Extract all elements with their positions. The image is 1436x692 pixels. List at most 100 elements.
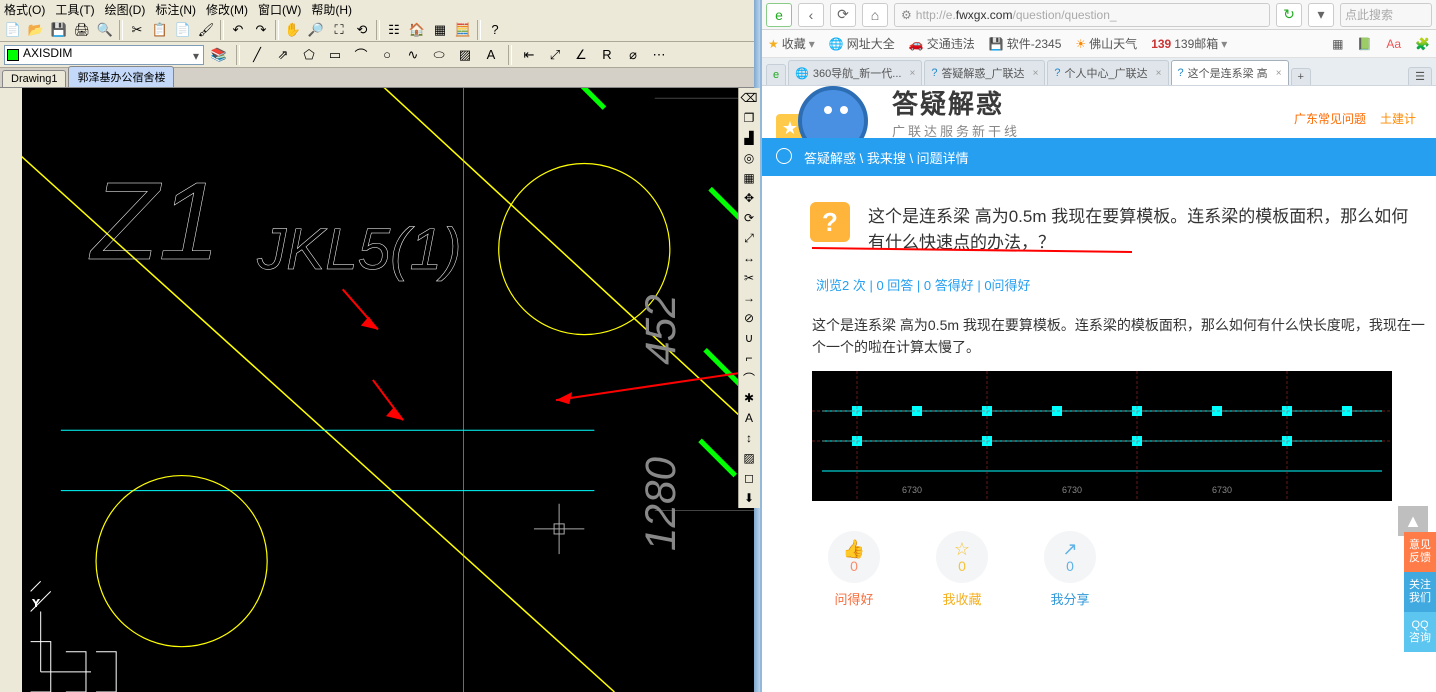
redo-icon[interactable]: ↷ (250, 19, 272, 41)
polygon-icon[interactable]: ⬠ (298, 44, 320, 66)
polyline-icon[interactable]: ⇗ (272, 44, 294, 66)
open-icon[interactable]: 📂 (25, 19, 47, 41)
stretch-icon[interactable]: ↔ (739, 248, 759, 268)
doc-tab[interactable]: Drawing1 (2, 70, 66, 87)
join-icon[interactable]: ∪ (739, 328, 759, 348)
copy-icon[interactable]: 📋 (149, 19, 171, 41)
zoom-win-icon[interactable]: ⛶ (328, 19, 350, 41)
hatch-edit-icon[interactable]: ▨ (739, 448, 759, 468)
bookmark-item[interactable]: 💾软件-2345 (989, 35, 1062, 52)
move-icon[interactable]: ✥ (739, 188, 759, 208)
ext-icon[interactable]: 🧩 (1415, 37, 1430, 51)
tool-palette-icon[interactable]: ▦ (429, 19, 451, 41)
text-icon[interactable]: A (480, 44, 502, 66)
bookmark-fav[interactable]: ★收藏▾ (768, 35, 815, 52)
close-icon[interactable]: × (1156, 68, 1162, 79)
browser-tab[interactable]: ?这个是连系梁 高× (1171, 60, 1289, 85)
reload-icon[interactable]: ⟳ (830, 3, 856, 27)
dim-edit-icon[interactable]: ↕ (739, 428, 759, 448)
preview-icon[interactable]: 🔍 (94, 19, 116, 41)
close-icon[interactable]: × (909, 68, 915, 79)
copy-obj-icon[interactable]: ❐ (739, 108, 759, 128)
explode-icon[interactable]: ✱ (739, 388, 759, 408)
menu-item[interactable]: 修改(M) (206, 1, 248, 18)
save-icon[interactable]: 💾 (48, 19, 70, 41)
circle-icon[interactable]: ○ (376, 44, 398, 66)
dim-radius-icon[interactable]: R (596, 44, 618, 66)
follow-button[interactable]: 关注我们 (1404, 572, 1436, 612)
dim-angular-icon[interactable]: ∠ (570, 44, 592, 66)
sync-icon[interactable]: ↻ (1276, 3, 1302, 27)
bookmark-item[interactable]: 🌐网址大全 (829, 35, 895, 52)
new-icon[interactable]: 📄 (2, 19, 24, 41)
action-share[interactable]: ↗0 我分享 (1044, 531, 1096, 608)
rect-icon[interactable]: ▭ (324, 44, 346, 66)
browser-tab[interactable]: ?答疑解惑_广联达× (924, 60, 1045, 85)
insert-icon[interactable]: ⬇ (739, 488, 759, 508)
address-bar[interactable]: ⚙ http://e.fwxgx.com/question/question_ (894, 3, 1270, 27)
menu-item[interactable]: 窗口(W) (258, 1, 301, 18)
dropdown-icon[interactable]: ▾ (1308, 3, 1334, 27)
menu-item[interactable]: 绘图(D) (105, 1, 146, 18)
paste-icon[interactable]: 📄 (172, 19, 194, 41)
zoom-rt-icon[interactable]: 🔎 (305, 19, 327, 41)
scale-icon[interactable]: ⤢ (739, 228, 759, 248)
menu-item[interactable]: 标注(N) (155, 1, 196, 18)
dim-linear-icon[interactable]: ⇤ (518, 44, 540, 66)
help-icon[interactable]: ? (484, 19, 506, 41)
cut-icon[interactable]: ✂ (126, 19, 148, 41)
ext-icon[interactable]: 📗 (1357, 37, 1372, 51)
bookmark-item[interactable]: 139139邮箱▾ (1151, 35, 1227, 52)
text-edit-icon[interactable]: A (739, 408, 759, 428)
search-box[interactable]: 点此搜索 (1340, 3, 1432, 27)
action-good-question[interactable]: 👍0 问得好 (828, 531, 880, 608)
fillet-icon[interactable]: ⌒ (739, 368, 759, 388)
hatch-icon[interactable]: ▨ (454, 44, 476, 66)
layer-manager-icon[interactable]: 📚 (208, 44, 230, 66)
trim-icon[interactable]: ✂ (739, 268, 759, 288)
home-icon[interactable]: ⌂ (862, 3, 888, 27)
feedback-button[interactable]: 意见反馈 (1404, 532, 1436, 572)
dim-continue-icon[interactable]: ⋯ (648, 44, 670, 66)
pinned-tab[interactable]: e (766, 64, 786, 85)
line-icon[interactable]: ╱ (246, 44, 268, 66)
zoom-prev-icon[interactable]: ⟲ (351, 19, 373, 41)
dim-diameter-icon[interactable]: ⌀ (622, 44, 644, 66)
properties-icon[interactable]: ☷ (383, 19, 405, 41)
close-icon[interactable]: × (1033, 68, 1039, 79)
mirror-icon[interactable]: ▟ (739, 128, 759, 148)
top-link[interactable]: 土建计 (1380, 110, 1416, 127)
arc-icon[interactable]: ⌒ (350, 44, 372, 66)
doc-tab[interactable]: 郭泽基办公宿舍楼 (68, 66, 174, 87)
block-icon[interactable]: ◻ (739, 468, 759, 488)
close-icon[interactable]: × (1276, 68, 1282, 79)
array-icon[interactable]: ▦ (739, 168, 759, 188)
menu-item[interactable]: 工具(T) (55, 1, 94, 18)
layer-dropdown[interactable]: AXISDIM ▾ (4, 45, 204, 65)
question-image[interactable]: 6730 6730 6730 (812, 371, 1392, 501)
browser-tab[interactable]: 🌐360导航_新一代...× (788, 60, 922, 85)
dim-aligned-icon[interactable]: ⤢ (544, 44, 566, 66)
bookmark-item[interactable]: 🚗交通违法 (909, 35, 975, 52)
action-favorite[interactable]: ☆0 我收藏 (936, 531, 988, 608)
match-icon[interactable]: 🖌 (195, 19, 217, 41)
qq-button[interactable]: QQ咨询 (1404, 612, 1436, 652)
new-tab-button[interactable]: + (1291, 68, 1311, 85)
calc-icon[interactable]: 🧮 (452, 19, 474, 41)
browser-logo-icon[interactable]: e (766, 3, 792, 27)
erase-icon[interactable]: ⌫ (739, 88, 759, 108)
cad-viewport[interactable]: Z1 JKL5(1) 452 1280 Y (0, 88, 760, 692)
ellipse-icon[interactable]: ⬭ (428, 44, 450, 66)
tab-list-icon[interactable]: ☰ (1408, 67, 1432, 85)
bookmark-item[interactable]: ☀佛山天气 (1075, 35, 1137, 52)
browser-tab[interactable]: ?个人中心_广联达× (1047, 60, 1168, 85)
break-icon[interactable]: ⊘ (739, 308, 759, 328)
extend-icon[interactable]: → (739, 288, 759, 308)
menu-item[interactable]: 格式(O) (4, 1, 45, 18)
ext-icon[interactable]: ▦ (1332, 37, 1343, 51)
print-icon[interactable]: 🖨 (71, 19, 93, 41)
menu-item[interactable]: 帮助(H) (311, 1, 352, 18)
undo-icon[interactable]: ↶ (227, 19, 249, 41)
back-icon[interactable]: ‹ (798, 3, 824, 27)
ext-icon[interactable]: Aa (1386, 37, 1401, 51)
